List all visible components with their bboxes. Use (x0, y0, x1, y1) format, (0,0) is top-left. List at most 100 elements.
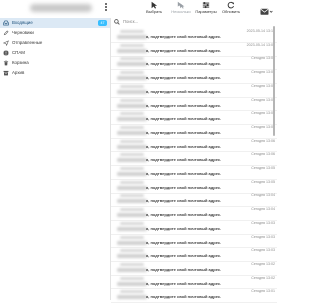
send-icon (3, 40, 9, 46)
message-subject: а, подтвердите свой почтовый адрес. (146, 88, 222, 94)
message-subject: а, подтвердите свой почтовый адрес. (146, 61, 222, 67)
sender-name (120, 57, 144, 61)
sender-name (120, 153, 144, 157)
multi-select-label: Несколько (171, 9, 191, 14)
sidebar-item-trash[interactable]: Корзина (0, 58, 110, 68)
message-subject: а, подтвердите свой почтовый адрес. (146, 266, 222, 272)
subject-prefix (117, 281, 147, 286)
message-subject: а, подтвердите свой почтовый адрес. (146, 102, 222, 108)
message-row[interactable]: а, подтвердите свой почтовый адрес. Сегод… (111, 83, 277, 98)
message-row[interactable]: а, подтвердите свой почтовый адрес. Сегод… (111, 138, 277, 153)
inbox-icon (3, 20, 9, 26)
options-icon (202, 2, 210, 9)
options-button[interactable]: Параметры (192, 1, 220, 18)
search-bar[interactable]: Поиск... (111, 18, 277, 26)
multi-cursor-icon (177, 1, 185, 9)
refresh-label: Обновить (221, 9, 241, 14)
sidebar-item-label: Корзина (12, 60, 29, 65)
message-subject: а, подтвердите свой почтовый адрес. (146, 239, 222, 245)
scrollbar-thumb[interactable] (272, 26, 275, 136)
subject-prefix (117, 103, 147, 108)
sidebar-item-label: Входящие (12, 20, 33, 25)
sender-name (120, 30, 144, 33)
sidebar-item-label: Архив (12, 70, 25, 75)
message-subject: а, подтвердите свой почтовый адрес. (146, 157, 222, 163)
sender-name (120, 112, 144, 116)
top-toolbar: Выбрать Несколько Параметры Обновить (0, 0, 276, 18)
sender-name (120, 194, 144, 198)
message-row[interactable]: а, подтвердите свой почтовый адрес. Сегод… (111, 179, 277, 194)
message-row[interactable]: а, подтвердите свой почтовый адрес. 2023-… (111, 28, 277, 43)
sender-name (120, 208, 144, 212)
sender-name (120, 43, 144, 47)
sidebar-item-label: Отправленные (12, 40, 43, 45)
message-subject: а, подтвердите свой почтовый адрес. (146, 294, 222, 300)
sidebar-item-sent[interactable]: Отправленные (0, 38, 110, 48)
subject-prefix (117, 185, 147, 190)
message-row[interactable]: а, подтвердите свой почтовый адрес. Сегод… (111, 247, 277, 263)
refresh-icon (227, 1, 235, 9)
sender-name (120, 276, 144, 280)
subject-prefix (117, 226, 147, 231)
message-row[interactable]: а, подтвердите свой почтовый адрес. Сегод… (111, 165, 277, 180)
scrollbar[interactable] (272, 26, 275, 296)
subject-prefix (117, 117, 147, 122)
unread-count-badge: 47 (98, 20, 107, 26)
subject-prefix (117, 213, 147, 218)
message-row[interactable]: а, подтвердите свой почтовый адрес. Сегод… (111, 69, 277, 84)
message-row[interactable]: а, подтвердите свой почтовый адрес. Сегод… (111, 275, 277, 290)
sidebar-item-inbox[interactable]: Входящие 47 (0, 18, 110, 28)
sender-name (120, 98, 144, 102)
sidebar-item-label: Черновики (12, 30, 34, 35)
kebab-menu-icon[interactable] (103, 2, 109, 14)
message-subject: а, подтвердите свой почтовый адрес. (146, 225, 222, 231)
search-input[interactable]: Поиск... (123, 18, 138, 26)
message-subject: а, подтвердите свой почтовый адрес. (146, 129, 222, 135)
message-row[interactable]: а, подтвердите свой почтовый адрес. 2023-… (111, 42, 277, 57)
message-subject: а, подтвердите свой почтовый адрес. (146, 198, 222, 204)
sidebar-item-spam[interactable]: СПАМ (0, 48, 110, 58)
account-name[interactable] (30, 4, 92, 12)
message-row[interactable]: а, подтвердите свой почтовый адрес. Сегод… (111, 288, 277, 303)
subject-prefix (117, 172, 147, 176)
message-row[interactable]: а, подтвердите свой почтовый адрес. Сегод… (111, 234, 277, 249)
cursor-icon (151, 1, 158, 9)
message-row[interactable]: а, подтвердите свой почтовый адрес. Сегод… (111, 261, 277, 276)
subject-prefix (117, 144, 147, 149)
message-list-pane: Поиск... а, подтвердите свой почтовый ад… (110, 18, 277, 303)
sidebar-item-label: СПАМ (12, 50, 25, 55)
mail-icon (260, 8, 273, 15)
message-row[interactable]: а, подтвердите свой почтовый адрес. Сегод… (111, 206, 277, 221)
sender-name (120, 221, 144, 225)
refresh-button[interactable]: Обновить (217, 1, 245, 18)
multi-select-button[interactable]: Несколько (167, 1, 195, 18)
archive-icon (3, 70, 9, 76)
select-button[interactable]: Выбрать (140, 1, 168, 18)
message-subject: а, подтвердите свой почтовый адрес. (146, 280, 222, 286)
message-row[interactable]: а, подтвердите свой почтовый адрес. Сегод… (111, 192, 277, 208)
message-row[interactable]: а, подтвердите свой почтовый адрес. Сегод… (111, 220, 277, 235)
subject-prefix (117, 62, 147, 67)
message-row[interactable]: а, подтвердите свой почтовый адрес. Сегод… (111, 110, 277, 126)
sender-name (120, 180, 144, 184)
pencil-icon (3, 30, 9, 36)
message-row[interactable]: а, подтвердите свой почтовый адрес. Сегод… (111, 97, 277, 112)
message-row[interactable]: а, подтвердите свой почтовый адрес. Сегод… (111, 124, 277, 139)
select-label: Выбрать (145, 9, 163, 14)
sender-name (120, 84, 144, 88)
message-date: 2023-05-14 13:09 (246, 42, 275, 47)
sidebar-item-archive[interactable]: Архив (0, 68, 110, 78)
sidebar-item-drafts[interactable]: Черновики (0, 28, 110, 38)
message-subject: а, подтвердите свой почтовый адрес. (146, 212, 222, 218)
message-row[interactable]: а, подтвердите свой почтовый адрес. Сегод… (111, 55, 277, 71)
subject-prefix (117, 89, 147, 94)
sender-name (120, 125, 144, 129)
message-row[interactable]: а, подтвердите свой почтовый адрес. Сегод… (111, 151, 277, 167)
subject-prefix (117, 48, 147, 53)
subject-prefix (117, 267, 147, 272)
folder-sidebar: Входящие 47 Черновики Отправленные СПАМ … (0, 18, 110, 300)
subject-prefix (117, 295, 147, 300)
message-subject: а, подтвердите свой почтовый адрес. (146, 184, 222, 190)
message-subject: а, подтвердите свой почтовый адрес. (146, 75, 222, 81)
subject-prefix (117, 76, 147, 81)
